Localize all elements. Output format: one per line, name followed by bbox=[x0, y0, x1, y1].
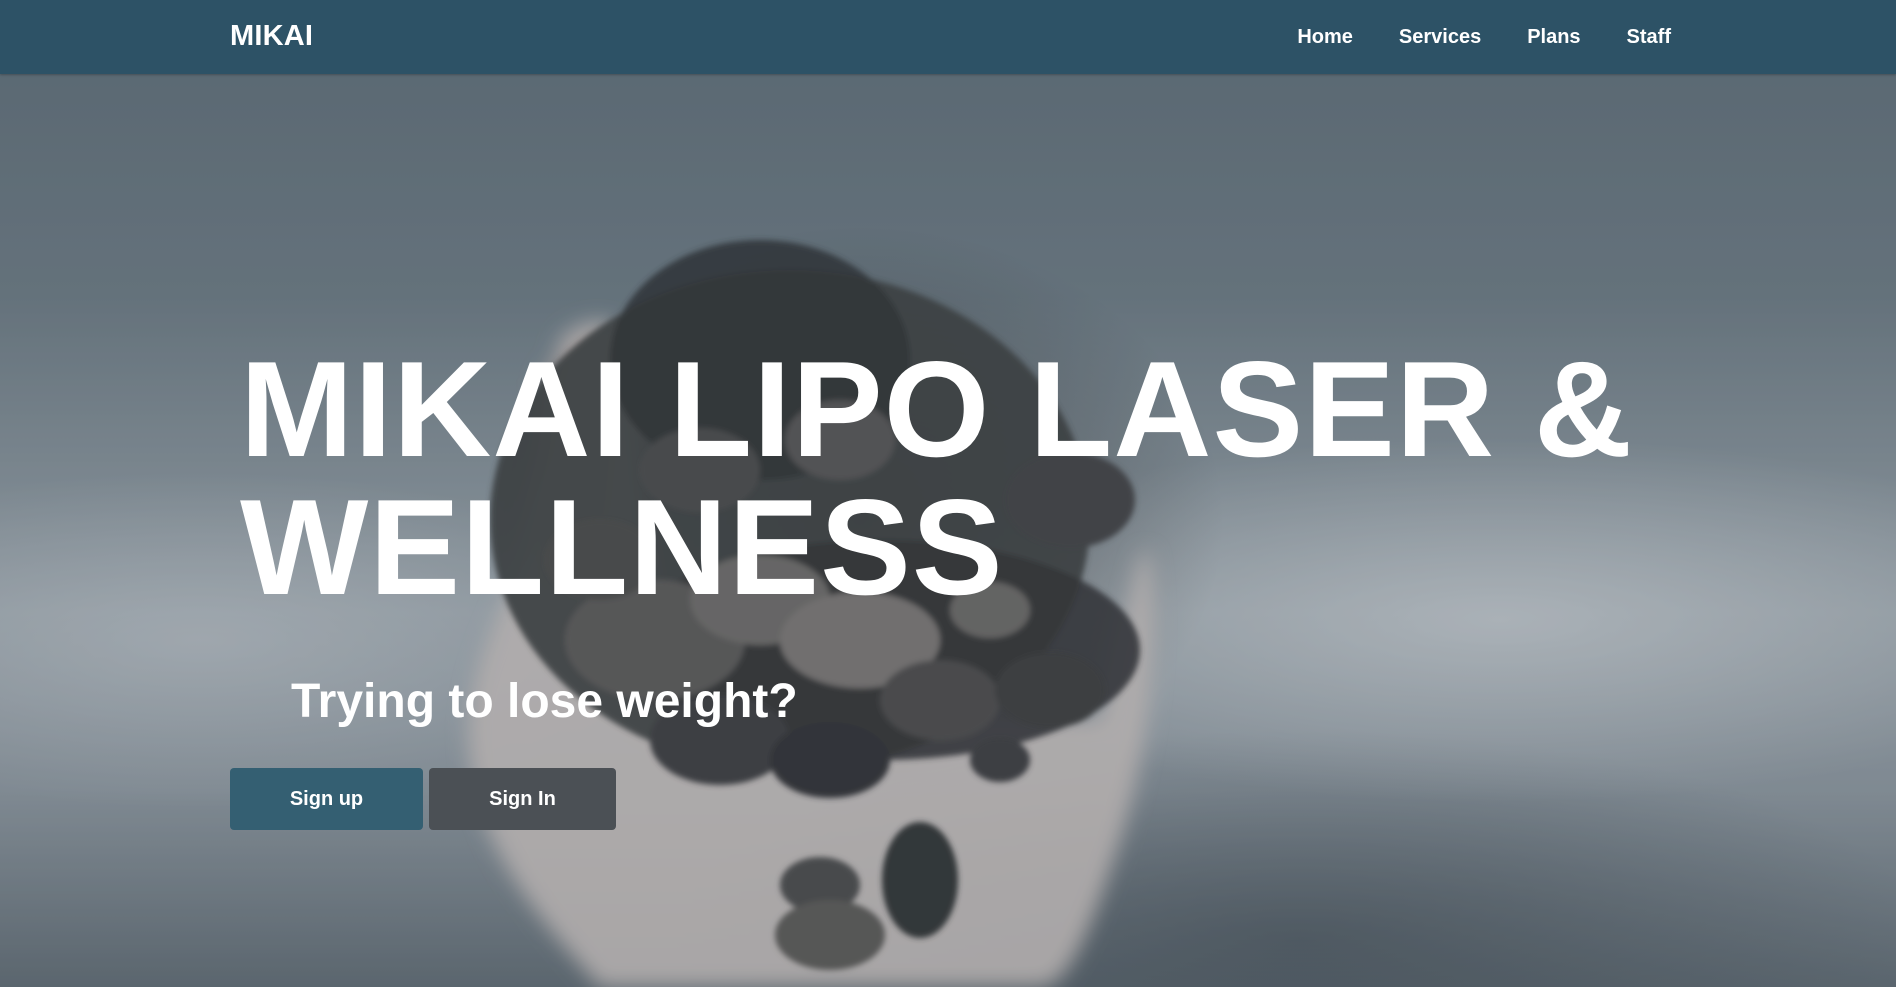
sign-up-button[interactable]: Sign up bbox=[230, 768, 423, 830]
top-navbar: MIKAI Home Services Plans Staff bbox=[0, 0, 1896, 74]
nav-link-plans[interactable]: Plans bbox=[1527, 26, 1580, 49]
nav-links: Home Services Plans Staff bbox=[1297, 0, 1671, 74]
hero-title: MIKAI LIPO LASER & WELLNESS bbox=[240, 333, 1634, 623]
hero-subtitle: Trying to lose weight? bbox=[291, 675, 798, 728]
sign-in-button[interactable]: Sign In bbox=[429, 768, 616, 830]
nav-link-home[interactable]: Home bbox=[1297, 26, 1353, 49]
nav-link-staff[interactable]: Staff bbox=[1627, 26, 1671, 49]
landing-page: MIKAI Home Services Plans Staff MIKAI LI… bbox=[0, 0, 1896, 987]
nav-link-services[interactable]: Services bbox=[1399, 26, 1481, 49]
brand-logo[interactable]: MIKAI bbox=[230, 20, 313, 53]
